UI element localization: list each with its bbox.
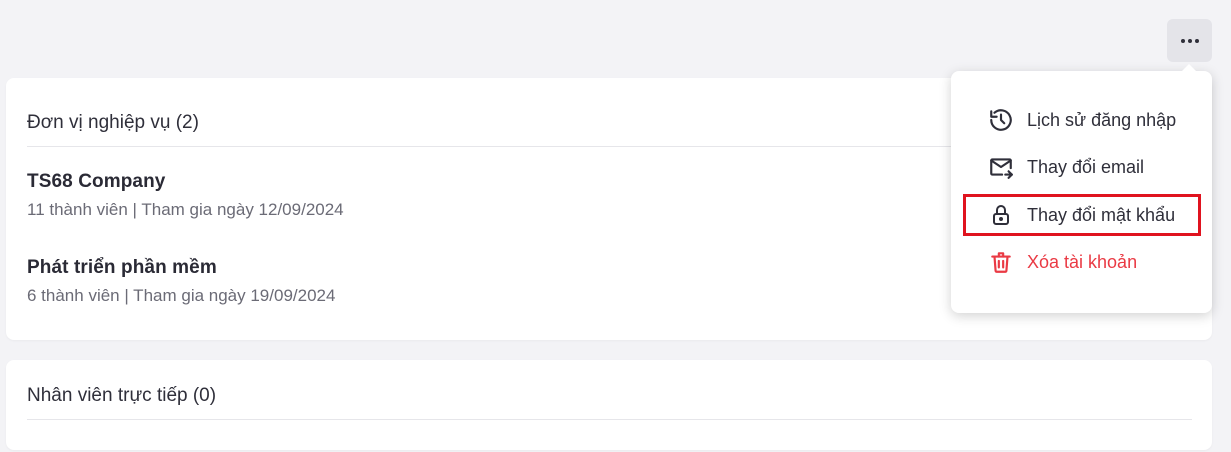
divider [27,419,1192,420]
menu-item-change-password[interactable]: Thay đổi mật khẩu [963,194,1201,236]
menu-item-login-history[interactable]: Lịch sử đăng nhập [963,99,1201,141]
business-units-title: Đơn vị nghiệp vụ (2) [27,112,199,133]
more-horizontal-icon [1180,38,1199,43]
mail-forward-icon [988,154,1014,180]
menu-caret [1181,64,1197,72]
lock-icon [988,202,1014,228]
unit-name: TS68 Company [27,171,166,192]
menu-item-label: Thay đổi email [1027,156,1145,177]
list-item[interactable]: TS68 Company 11 thành viên | Tham gia ng… [27,171,344,220]
unit-meta: 11 thành viên | Tham gia ngày 12/09/2024 [27,200,344,219]
history-icon [988,107,1014,133]
trash-icon [988,249,1014,275]
menu-item-delete-account[interactable]: Xóa tài khoản [963,241,1201,283]
account-options-menu: Lịch sử đăng nhập Thay đổi email Thay đổ… [951,71,1212,313]
list-item[interactable]: Phát triển phần mềm 6 thành viên | Tham … [27,257,335,306]
menu-item-change-email[interactable]: Thay đổi email [963,146,1201,188]
unit-name: Phát triển phần mềm [27,257,217,278]
direct-staff-title: Nhân viên trực tiếp (0) [27,385,217,406]
menu-item-label: Xóa tài khoản [1027,251,1138,272]
direct-staff-card: Nhân viên trực tiếp (0) [6,360,1212,450]
unit-meta: 6 thành viên | Tham gia ngày 19/09/2024 [27,286,336,305]
menu-item-label: Thay đổi mật khẩu [1027,204,1176,225]
more-options-button[interactable] [1167,19,1212,62]
menu-item-label: Lịch sử đăng nhập [1027,109,1177,130]
